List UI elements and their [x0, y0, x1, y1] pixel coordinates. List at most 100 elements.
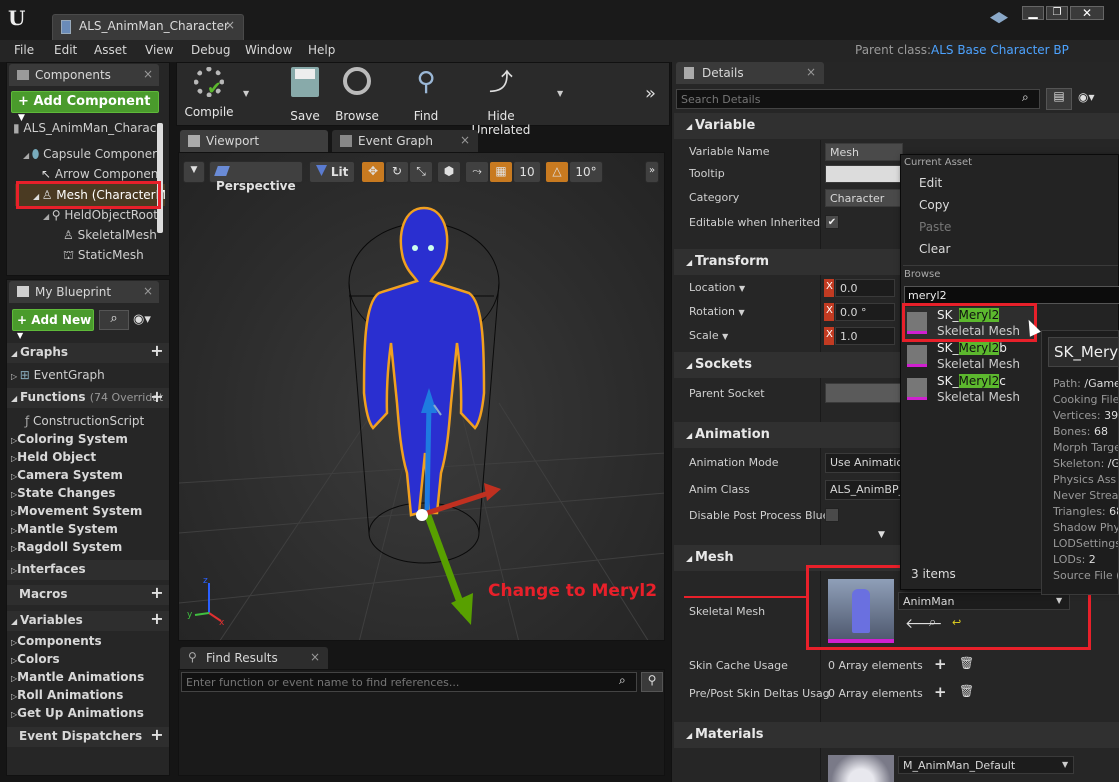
close-details-icon[interactable]: × — [806, 65, 816, 79]
event-graph-item[interactable]: ▷ ⊞ EventGraph — [11, 368, 105, 382]
function-movement-system[interactable]: ▷Movement System — [11, 504, 142, 518]
components-scrollbar[interactable] — [157, 123, 163, 233]
minimize-button[interactable]: ▁ — [1022, 6, 1044, 20]
details-grid-view-button[interactable]: ▤ — [1046, 88, 1072, 110]
details-tab[interactable]: Details × — [676, 62, 824, 84]
category-field[interactable]: Character — [825, 189, 903, 207]
graphs-section[interactable]: ◢ Graphs — [11, 345, 68, 359]
details-eye-icon[interactable]: ◉▾ — [1078, 90, 1095, 104]
variables-section[interactable]: ◢ Variables — [11, 613, 83, 627]
variable-getup-animations[interactable]: ▷Get Up Animations — [11, 706, 144, 720]
event-graph-tab[interactable]: Event Graph × — [332, 130, 478, 152]
rotation-label[interactable]: Rotation ▼ — [689, 305, 745, 318]
lit-button[interactable]: Lit — [309, 161, 355, 183]
close-tab-icon[interactable]: × — [225, 18, 235, 32]
scale-mode-button[interactable]: ⤡ — [409, 161, 433, 183]
context-copy[interactable]: Copy — [919, 198, 949, 212]
context-edit[interactable]: Edit — [919, 176, 942, 190]
find-references-input[interactable] — [181, 672, 637, 692]
surface-snap-button[interactable]: ⤳ — [465, 161, 489, 183]
my-blueprint-tab[interactable]: My Blueprint × — [9, 281, 159, 303]
add-function-button[interactable]: + — [149, 389, 165, 406]
material-thumbnail[interactable] — [828, 755, 894, 782]
component-static[interactable]: ⛫ StaticMesh — [63, 248, 144, 264]
translate-mode-button[interactable]: ✥ — [361, 161, 385, 183]
save-button[interactable]: Save — [285, 67, 325, 123]
toolbar-overflow-icon[interactable]: » — [645, 83, 656, 104]
find-results-tab[interactable]: ⚲ Find Results × — [180, 647, 328, 669]
viewport-overflow-button[interactable]: » — [645, 161, 659, 183]
variable-name-field[interactable]: Mesh — [825, 143, 903, 161]
rotate-mode-button[interactable]: ↻ — [385, 161, 409, 183]
blueprint-search-button[interactable]: ⌕ — [99, 310, 129, 330]
function-construction-script[interactable]: ƒ ConstructionScript — [25, 414, 144, 428]
materials-category-header[interactable]: ◢ Materials — [674, 722, 1119, 748]
location-x-field[interactable]: 0.0 — [835, 279, 895, 297]
asset-search-input[interactable] — [904, 286, 1119, 304]
perspective-button[interactable]: Perspective — [209, 161, 303, 193]
interfaces-section[interactable]: ▷Interfaces — [11, 562, 86, 576]
parent-class-link[interactable]: ALS Base Character BP — [931, 43, 1069, 57]
trash-icon[interactable]: 🗑 — [959, 684, 974, 698]
tooltip-field[interactable] — [825, 165, 903, 183]
variable-components[interactable]: ▷Components — [11, 634, 102, 648]
add-dispatcher-button[interactable]: + — [149, 727, 165, 744]
material-dropdown[interactable]: M_AnimMan_Default — [898, 756, 1074, 774]
grid-snap-value[interactable]: 10 — [513, 161, 541, 183]
component-held-object[interactable]: ◢ ⚲ HeldObjectRoot — [43, 208, 158, 222]
component-root[interactable]: ▮ ALS_AnimMan_Charac — [13, 121, 156, 135]
add-variable-button[interactable]: + — [149, 611, 165, 628]
menu-debug[interactable]: Debug — [191, 43, 230, 57]
scale-label[interactable]: Scale ▼ — [689, 329, 728, 342]
context-clear[interactable]: Clear — [919, 242, 950, 256]
component-skeletal[interactable]: ♙ SkeletalMesh — [63, 228, 157, 242]
add-element-icon[interactable]: + — [934, 655, 947, 673]
asset-result-3[interactable]: SK_Meryl2c Skeletal Mesh — [905, 374, 1037, 406]
variable-category-header[interactable]: ◢ Variable — [674, 113, 1119, 139]
event-dispatchers-section[interactable]: Event Dispatchers — [19, 729, 142, 743]
find-button[interactable]: ⚲ Find — [403, 67, 449, 123]
viewport-options-button[interactable]: ▼ — [183, 161, 205, 183]
viewport[interactable]: z x y ▼ Perspective Lit ✥ ↻ ⤡ ⬢ ⤳ ▦ 10 △… — [178, 152, 665, 641]
editable-inherited-checkbox[interactable]: ✔ — [825, 215, 839, 229]
add-component-button[interactable]: + Add Component ▼ — [11, 91, 159, 123]
function-held-object[interactable]: ▷Held Object — [11, 450, 96, 464]
advanced-expand-icon[interactable]: ▼ — [878, 530, 885, 540]
components-tab[interactable]: Components × — [9, 64, 159, 86]
function-state-changes[interactable]: ▷State Changes — [11, 486, 116, 500]
menu-asset[interactable]: Asset — [94, 43, 127, 57]
menu-edit[interactable]: Edit — [54, 43, 77, 57]
add-macro-button[interactable]: + — [149, 585, 165, 602]
disable-post-process-checkbox[interactable] — [825, 508, 839, 522]
variable-mantle-animations[interactable]: ▷Mantle Animations — [11, 670, 144, 684]
component-capsule[interactable]: ◢ ⬮ Capsule Componer — [23, 147, 157, 162]
close-event-graph-icon[interactable]: × — [460, 133, 470, 147]
variable-roll-animations[interactable]: ▷Roll Animations — [11, 688, 123, 702]
function-ragdoll-system[interactable]: ▷Ragdoll System — [11, 540, 122, 554]
details-search-input[interactable] — [676, 89, 1040, 109]
parent-socket-field[interactable] — [825, 383, 903, 403]
rotation-x-field[interactable]: 0.0 ° — [835, 303, 895, 321]
document-tab[interactable]: ALS_AnimMan_Character × — [52, 14, 244, 40]
menu-view[interactable]: View — [145, 43, 173, 57]
compile-button[interactable]: ✔ Compile — [181, 67, 237, 119]
add-graph-button[interactable]: + — [149, 343, 165, 360]
close-blueprint-icon[interactable]: × — [143, 284, 153, 298]
rotation-snap-value[interactable]: 10° — [569, 161, 603, 183]
macros-section[interactable]: Macros — [19, 587, 67, 601]
viewport-tab[interactable]: Viewport — [180, 130, 328, 152]
asset-result-2[interactable]: SK_Meryl2b Skeletal Mesh — [905, 341, 1037, 373]
find-search-icon[interactable]: ⌕ — [619, 673, 626, 688]
location-label[interactable]: Location ▼ — [689, 281, 745, 294]
functions-section[interactable]: ◢ Functions (74 Overridat — [11, 390, 163, 404]
rotation-snap-button[interactable]: △ — [545, 161, 569, 183]
close-components-icon[interactable]: × — [143, 67, 153, 81]
eye-icon[interactable]: ◉▾ — [133, 312, 151, 327]
anim-class-dropdown[interactable]: ALS_AnimBP_C — [825, 480, 903, 500]
menu-file[interactable]: File — [14, 43, 34, 57]
context-paste[interactable]: Paste — [919, 220, 951, 234]
close-window-button[interactable]: ✕ — [1070, 6, 1104, 20]
hide-unrelated-dropdown-icon[interactable]: ▼ — [557, 89, 563, 98]
unreal-logo-icon[interactable]: U — [8, 6, 30, 30]
maximize-button[interactable]: ❐ — [1046, 6, 1068, 20]
